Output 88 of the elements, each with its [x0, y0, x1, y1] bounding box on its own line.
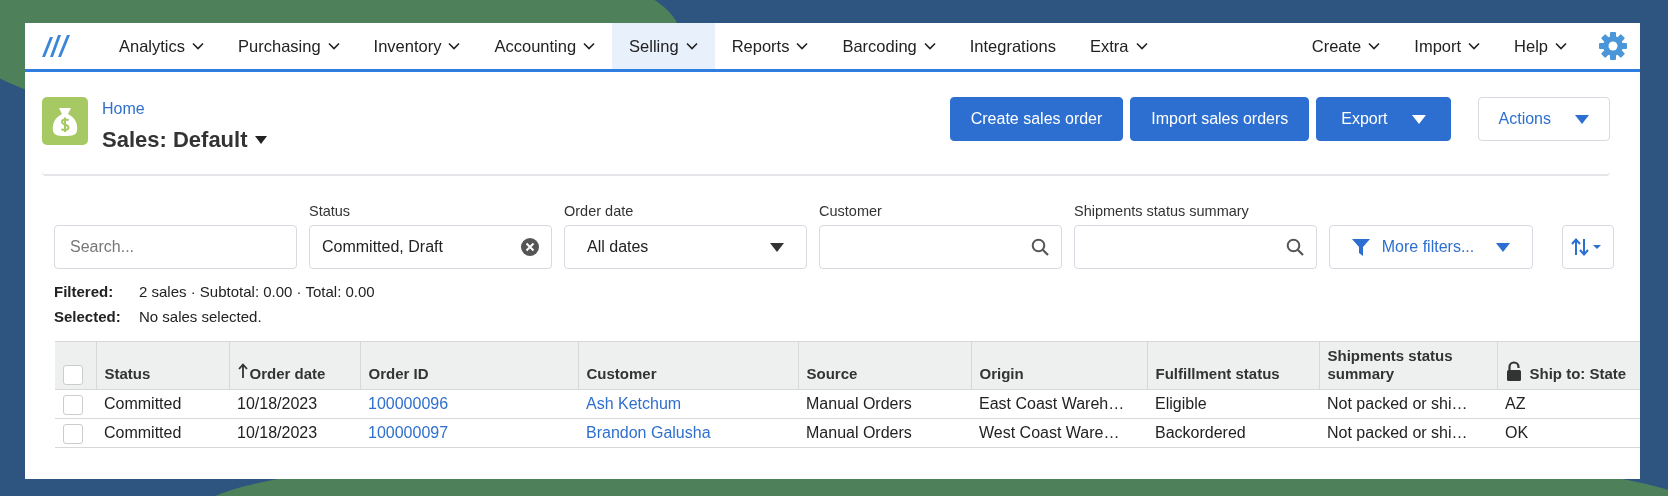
table-cell: AZ — [1505, 395, 1526, 412]
nav-menu-item[interactable]: Reports — [714, 23, 826, 69]
select-all-checkbox[interactable] — [63, 365, 83, 385]
chevron-down-icon — [1468, 42, 1481, 50]
search-field[interactable]: Search... — [54, 225, 297, 269]
caret-down-icon — [1575, 114, 1589, 124]
table-cell: Not packed or shi… — [1327, 395, 1468, 412]
nav-menu-item[interactable]: Import — [1397, 23, 1498, 69]
caret-down-icon — [770, 242, 784, 252]
nav-menu-item[interactable]: Selling — [612, 23, 715, 69]
more-filters-button[interactable]: More filters... — [1329, 225, 1533, 269]
nav-menu-item[interactable]: Create — [1294, 23, 1398, 69]
nav-menu-item[interactable]: Integrations — [952, 23, 1073, 69]
nav-menu-item[interactable]: Purchasing — [221, 23, 357, 69]
table-cell: Committed — [104, 395, 182, 412]
sort-ascending-icon — [237, 363, 248, 378]
nav-menu-item[interactable]: Analytics — [102, 23, 222, 69]
table-cell: 10/18/2023 — [237, 395, 318, 412]
table-cell: Committed — [104, 424, 182, 441]
search-icon — [1031, 238, 1049, 256]
chevron-down-icon — [923, 42, 936, 50]
status-filter-field[interactable]: Committed, Draft — [309, 225, 552, 269]
breadcrumb-link[interactable]: Home — [102, 97, 267, 121]
caret-down-icon — [1411, 114, 1426, 124]
chevron-down-icon — [1135, 42, 1148, 50]
column-header[interactable]: Source — [798, 341, 971, 390]
lookup-field[interactable] — [1074, 225, 1317, 269]
page-title[interactable]: Sales: Default — [102, 123, 248, 156]
table-cell: West Coast Ware… — [979, 424, 1120, 441]
column-header[interactable]: Status — [96, 341, 229, 390]
search-icon — [1286, 238, 1304, 256]
table-cell: East Coast Wareh… — [979, 395, 1125, 412]
table-cell: Backordered — [1155, 424, 1246, 441]
table-link[interactable]: 100000097 — [368, 424, 449, 441]
filter-label: Order date — [564, 202, 635, 221]
table-link[interactable]: 100000096 — [368, 395, 449, 412]
column-header[interactable]: Order date — [229, 341, 360, 390]
nav-menu-item[interactable]: Inventory — [356, 23, 478, 69]
filter-label: Shipments status summary — [1074, 202, 1250, 221]
row-checkbox[interactable] — [63, 394, 83, 415]
table-cell: Manual Orders — [806, 395, 912, 412]
logo-icon — [40, 33, 72, 59]
caret-down-icon — [254, 135, 267, 144]
table-cell: Manual Orders — [806, 424, 912, 441]
filter-label: Customer — [819, 202, 883, 221]
row-checkbox[interactable] — [63, 423, 83, 444]
column-header[interactable]: Origin — [971, 341, 1147, 390]
summary-label: Filtered: — [54, 282, 115, 302]
settings-icon[interactable] — [1598, 31, 1628, 61]
column-header[interactable]: Customer — [578, 341, 798, 390]
sort-button[interactable] — [1562, 225, 1614, 269]
nav-menu-item[interactable]: Barcoding — [825, 23, 953, 69]
filter-label: Status — [309, 202, 352, 221]
dropdown-button[interactable]: Export — [1316, 97, 1451, 141]
nav-menu-item[interactable]: Accounting — [477, 23, 613, 69]
chevron-down-icon — [448, 42, 461, 50]
chevron-down-icon — [1555, 42, 1567, 50]
summary-text: No sales selected. — [139, 307, 262, 327]
table-cell: 10/18/2023 — [237, 424, 318, 441]
chevron-down-icon — [583, 42, 596, 50]
chevron-down-icon — [796, 42, 809, 50]
caret-down-icon — [1496, 242, 1511, 252]
column-header[interactable]: Ship to: State — [1497, 341, 1640, 390]
padlock-icon — [1505, 361, 1522, 381]
chevron-down-icon — [685, 42, 698, 50]
table-cell: Eligible — [1155, 395, 1207, 412]
column-header[interactable]: Shipments status summary — [1319, 341, 1497, 390]
chevron-down-icon — [192, 42, 205, 50]
column-header[interactable]: Fulfillment status — [1147, 341, 1319, 390]
action-button[interactable]: Import sales orders — [1130, 97, 1310, 141]
chevron-down-icon — [327, 42, 340, 50]
nav-menu-item[interactable]: Help — [1497, 23, 1584, 69]
chevron-down-icon — [1368, 42, 1381, 50]
column-header[interactable]: Order ID — [360, 341, 578, 390]
nav-menu-item[interactable]: Extra — [1073, 23, 1165, 69]
table-link[interactable]: Ash Ketchum — [586, 395, 682, 412]
table-cell: Not packed or shi… — [1327, 424, 1468, 441]
dropdown-button[interactable]: Actions — [1477, 97, 1610, 141]
table-cell: OK — [1505, 424, 1529, 441]
filter-icon — [1351, 238, 1370, 256]
clear-icon — [521, 238, 539, 256]
money-bag-icon — [42, 97, 88, 145]
date-select[interactable]: All dates — [564, 225, 807, 269]
summary-label: Selected: — [54, 307, 122, 327]
action-button[interactable]: Create sales order — [949, 97, 1124, 141]
table-link[interactable]: Brandon Galusha — [586, 424, 711, 441]
lookup-field[interactable] — [819, 225, 1062, 269]
summary-text: 2 sales · Subtotal: 0.00 · Total: 0.00 — [139, 282, 375, 302]
